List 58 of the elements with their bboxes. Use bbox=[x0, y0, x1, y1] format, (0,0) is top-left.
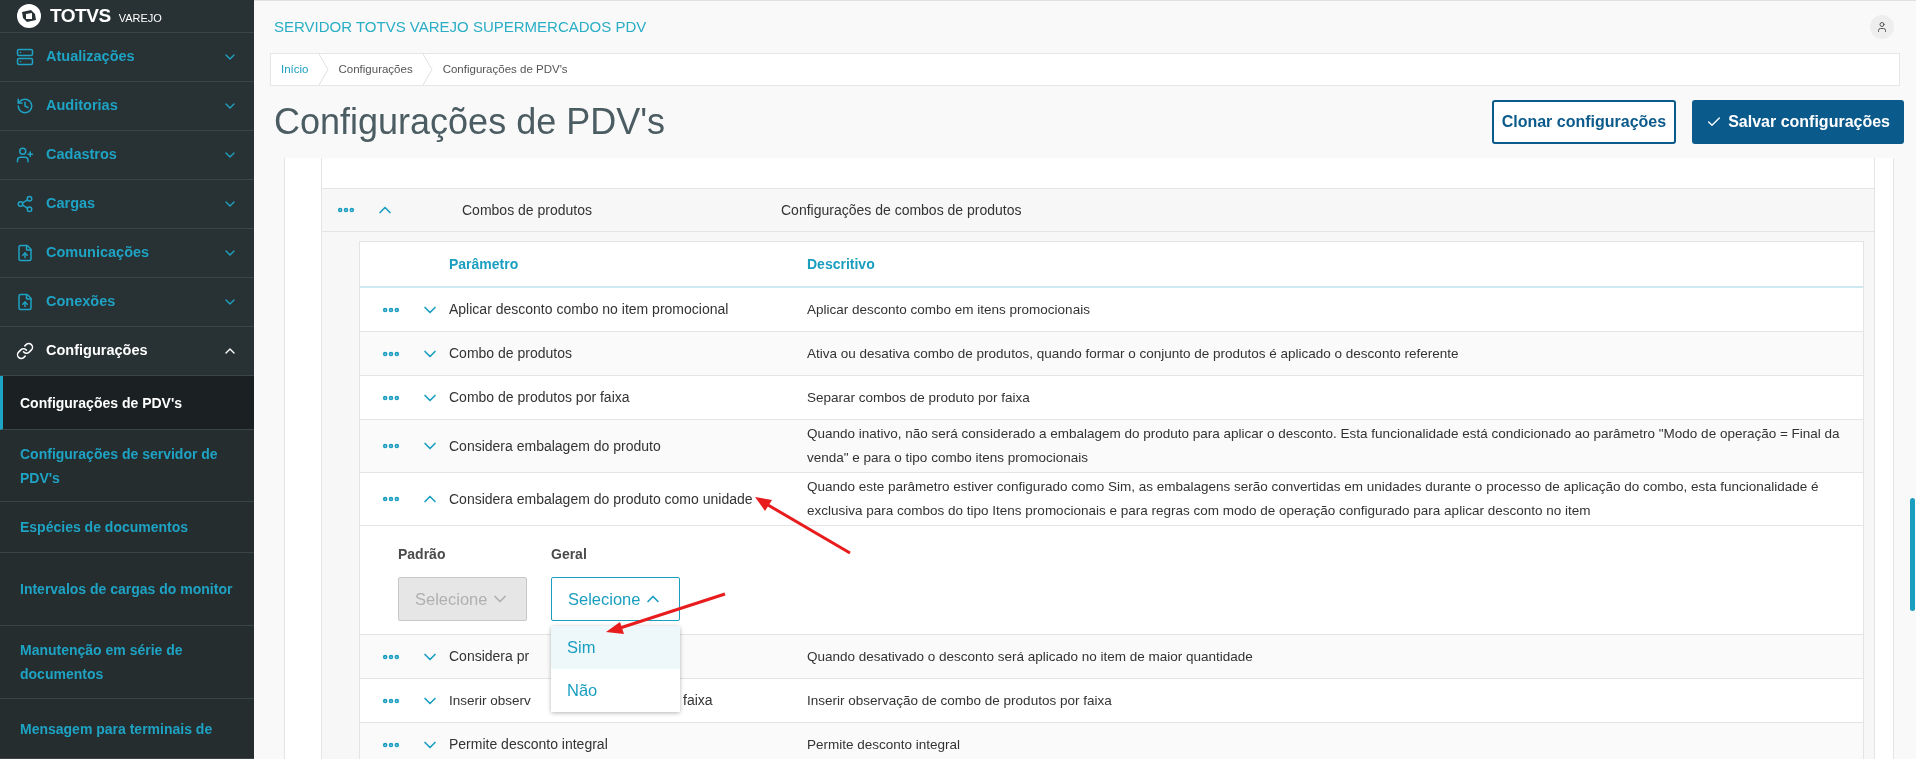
parameter-description: Quando inativo, não será considerado a embalagem do produto para aplicar o desconto. Esta funcionalidade está condicionado ao parâmetro "Modo de operação = Final da venda" e para o tipo combo itens promocionais bbox=[807, 425, 1841, 467]
parameter-name: faixa bbox=[683, 691, 713, 710]
sidebar-item[interactable]: Cargas bbox=[0, 180, 254, 229]
link-icon bbox=[16, 342, 34, 360]
user-icon bbox=[1876, 21, 1888, 33]
history-icon bbox=[16, 97, 34, 115]
sidebar-item[interactable]: Conexões bbox=[0, 278, 254, 327]
sidebar-subitem[interactable]: Configurações de PDV's bbox=[0, 376, 254, 430]
parameter-name: Inserir observ bbox=[449, 692, 531, 708]
parameter-name: Considera pr bbox=[449, 647, 530, 666]
sidebar-subitem[interactable]: Configurações de servidor de PDV's bbox=[0, 430, 254, 502]
parameter-name: Considera embalagem do produto bbox=[449, 436, 661, 456]
sidebar-subitem[interactable]: Espécies de documentos bbox=[0, 502, 254, 553]
breadcrumb-link[interactable]: Configurações bbox=[328, 60, 423, 79]
parameter-description: Permite desconto integral bbox=[807, 735, 962, 754]
save-button[interactable]: Salvar configurações bbox=[1692, 100, 1904, 144]
server-icon bbox=[16, 48, 34, 66]
breadcrumb-link[interactable]: Configurações de PDV's bbox=[432, 60, 578, 79]
sidebar-item[interactable]: Cadastros bbox=[0, 131, 254, 180]
sidebar-subitem[interactable]: Intervalos de cargas do monitor bbox=[0, 553, 254, 626]
parameter-description: Aplicar desconto combo em itens promocionais bbox=[807, 300, 1091, 319]
group-name: Combos de produtos bbox=[462, 200, 593, 220]
file-upload-icon bbox=[16, 244, 34, 262]
parameter-description: Ativa ou desativa combo de produtos, quando formar o conjunto de produtos é aplicado o desconto referente bbox=[807, 344, 1460, 363]
brand-subtitle: VAREJO bbox=[118, 10, 162, 26]
logo-icon bbox=[16, 3, 42, 29]
server-title: SERVIDOR TOTVS VAREJO SUPERMERCADOS PDV bbox=[274, 16, 647, 37]
parameter-description: Quando desativado o desconto será aplicado no item de maior quantidade bbox=[807, 647, 1254, 666]
sidebar-item[interactable]: Auditorias bbox=[0, 82, 254, 131]
parameter-name: Combo de produtos por faixa bbox=[449, 388, 630, 407]
column-header: Parâmetro bbox=[449, 254, 520, 274]
parameter-description: Quando este parâmetro estiver configurado como Sim, as embalagens serão convertidas em unidades durante o processo de aplicação do combo, esta funcionalidade é exclusiva para combos do tipo Itens promocionais e para regras com modo de operação configurado para aplicar desconto no item bbox=[807, 478, 1820, 520]
group-description: Configurações de combos de produtos bbox=[781, 200, 1022, 220]
share-icon bbox=[16, 195, 34, 213]
file-upload-icon bbox=[16, 293, 34, 311]
user-plus-icon bbox=[16, 146, 34, 164]
sidebar-subitem[interactable]: Manutenção em série de documentos bbox=[0, 626, 254, 699]
page-title: Configurações de PDV's bbox=[274, 100, 666, 144]
breadcrumb-link[interactable]: Início bbox=[271, 60, 319, 79]
parameter-name: Combo de produtos bbox=[449, 344, 572, 363]
scrollbar-thumb[interactable] bbox=[1910, 498, 1915, 611]
parameter-name: Considera embalagem do produto como unidade bbox=[449, 489, 753, 509]
user-avatar[interactable] bbox=[1870, 15, 1894, 39]
sidebar-item[interactable]: Comunicações bbox=[0, 229, 254, 278]
field-label: Padrão bbox=[398, 545, 447, 564]
brand-name: TOTVS bbox=[50, 3, 111, 28]
parameter-description: Separar combos de produto por faixa bbox=[807, 388, 1031, 407]
sidebar-subitem[interactable]: Mensagem para terminais de bbox=[0, 699, 254, 759]
column-header: Descritivo bbox=[807, 254, 875, 274]
dropdown-option[interactable]: Não bbox=[551, 669, 680, 712]
dropdown-option[interactable]: Sim bbox=[551, 626, 680, 669]
select-field[interactable]: Selecione bbox=[551, 577, 680, 621]
sidebar-item[interactable]: Atualizações bbox=[0, 33, 254, 82]
parameter-description: Inserir observação de combo de produtos por faixa bbox=[807, 691, 1113, 710]
clone-button[interactable]: Clonar configurações bbox=[1491, 100, 1677, 144]
parameter-name: Permite desconto integral bbox=[449, 735, 608, 754]
field-label: Geral bbox=[551, 545, 588, 564]
parameter-name: Aplicar desconto combo no item promocional bbox=[449, 300, 729, 319]
